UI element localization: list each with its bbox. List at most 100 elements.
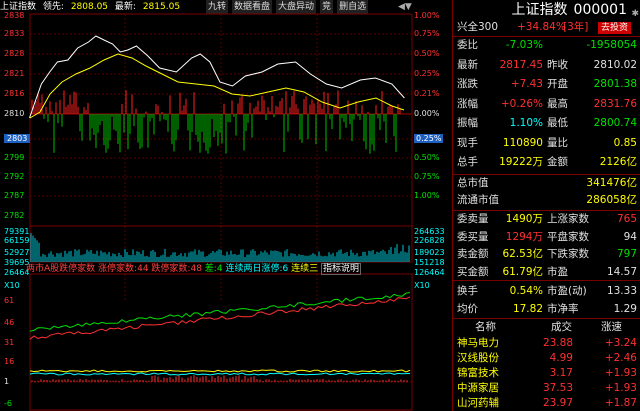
valuation-label-2: 市盈(动) [547, 285, 587, 297]
quote-label-2: 开盘 [547, 78, 568, 90]
stock-list-item[interactable]: 汉线股份 4.99 +2.46 [453, 351, 640, 366]
decline-count-line [29, 292, 411, 332]
market-value-value: 286058亿 [586, 194, 637, 206]
market-value-label: 总市值 [457, 177, 489, 189]
quote-value: 1.10% [509, 117, 543, 129]
quote-row: 涨幅 +0.26% 最高 2831.76 [453, 96, 640, 113]
order-label-2: 平盘家数 [547, 230, 589, 243]
price-tick-right: 1.00% [414, 11, 440, 20]
quote-value-2: 2810.02 [593, 58, 637, 71]
invest-button[interactable]: 去投资 [598, 21, 632, 34]
col-trade: 成交 [551, 321, 572, 333]
stock-name: 汉线股份 [457, 352, 499, 364]
order-label: 委卖量 [457, 213, 489, 225]
order-label: 委买量 [457, 230, 489, 243]
volume-unit-right: X10 [414, 281, 430, 290]
limit-up-line [29, 369, 411, 373]
stock-speed: +1.87 [604, 397, 637, 409]
quote-row: 委比 -7.03% -1958054 [453, 37, 640, 54]
quote-value-2: 2831.76 [593, 97, 637, 110]
price-tick-left: 2816 [4, 89, 25, 98]
volume-unit-left: X10 [4, 281, 20, 290]
quote-value: -7.03% [505, 39, 543, 51]
stock-speed: +3.24 [604, 337, 637, 349]
volume-tick-right: 189023 [414, 248, 445, 257]
quote-label: 涨幅 [457, 97, 478, 110]
market-value-label: 流通市值 [457, 194, 499, 206]
price-tick-left: 2810 [4, 109, 25, 118]
order-value-2: 765 [616, 213, 637, 225]
stock-list-item[interactable]: 神马电力 23.88 +3.24 [453, 336, 640, 351]
indicator-help-button[interactable]: 指标说明 [321, 263, 362, 275]
stock-list-item[interactable]: 山河药辅 23.97 +1.87 [453, 396, 640, 411]
market-value-value: 341476亿 [586, 177, 637, 189]
order-value: 62.53亿 [502, 248, 543, 260]
order-label-2: 上涨家数 [547, 213, 589, 225]
volume-tick-left: 79391 [4, 227, 30, 236]
limit-down-line [29, 372, 411, 376]
order-row: 委买量 1294万 平盘家数 94 [453, 229, 640, 246]
lower-tick-left: 46 [4, 318, 15, 327]
lower-tick-left: 31 [4, 338, 15, 347]
advance-count-line [29, 296, 411, 340]
stock-trade: 3.17 [549, 367, 573, 379]
price-tick-left: 2782 [4, 211, 25, 220]
order-value-2: 14.57 [606, 265, 637, 278]
market-value-row: 总市值 341476亿 [453, 175, 640, 192]
intraday-chart [29, 13, 413, 411]
breadth-value-3: 48 [190, 264, 202, 274]
quote-label: 振幅 [457, 117, 478, 129]
price-tick-left: 2799 [4, 153, 25, 162]
quote-row: 最新 2817.45 昨收 2810.02 [453, 57, 640, 74]
price-tick-left: 2838 [4, 11, 25, 20]
quote-label-2: 昨收 [547, 58, 568, 71]
stock-trade: 23.88 [542, 337, 573, 349]
quote-value-2: -1958054 [586, 39, 637, 51]
quote-label: 委比 [457, 39, 478, 51]
valuation-row: 换手 0.54% 市盈(动) 13.33 [453, 283, 640, 300]
price-tick-left: 2833 [4, 29, 25, 38]
quote-label: 涨跌 [457, 78, 478, 90]
breadth-label-3: 跌停家数: [151, 264, 191, 274]
price-tick-right: 1.00% [414, 191, 440, 200]
stock-list-item[interactable]: 中源家居 37.53 +1.93 [453, 381, 640, 396]
valuation-value-2: 13.33 [606, 285, 637, 297]
lower-tick-left: 61 [4, 296, 15, 305]
volume-tick-right: 264633 [414, 227, 445, 236]
order-row: 卖金额 62.53亿 下跌家数 797 [453, 246, 640, 263]
valuation-value: 17.82 [512, 302, 543, 315]
order-value-2: 797 [616, 248, 637, 260]
valuation-label: 换手 [457, 285, 478, 297]
fund-name: 兴全300 [457, 21, 499, 33]
order-label: 卖金额 [457, 248, 489, 260]
divider [453, 280, 640, 281]
order-label-2: 市盈 [547, 265, 568, 278]
quote-panel: 上证指数 000001 ✱ 兴全300 +34.84% [3年] 去投资 委比 -7… [452, 0, 640, 411]
order-value: 1294万 [505, 230, 543, 243]
quote-value: 19222万 [499, 156, 543, 168]
stock-list-item[interactable]: 锦富技术 3.17 +1.93 [453, 366, 640, 381]
order-row: 买金额 61.79亿 市盈 14.57 [453, 264, 640, 281]
valuation-row: 均价 17.82 市净率 1.29 [453, 301, 640, 318]
breadth-label-5: 连续两日涨停: [225, 264, 283, 274]
quote-label-2: 量比 [547, 136, 568, 149]
order-row: 委卖量 1490万 上涨家数 765 [453, 211, 640, 228]
quote-row: 现手 110890 量比 0.85 [453, 135, 640, 152]
price-tick-left: 2821 [4, 69, 25, 78]
breadth-label-1: 两市A股跌停家数 [26, 264, 96, 274]
price-tick-right: 0.21% [414, 89, 440, 98]
quote-title: 上证指数 000001 ✱ [453, 0, 640, 20]
chart-area: 上证指数 领先: 2808.05 最新: 2815.05 九转 数据看盘 大盘异动竞… [0, 0, 452, 411]
order-label-2: 下跌家数 [547, 248, 589, 260]
breadth-bar: 两市A股跌停家数 涨停家数:44 跌停家数:48 差:4 连续两日涨停:6 连续… [26, 263, 362, 275]
market-value-row: 流通市值 286058亿 [453, 192, 640, 209]
order-label: 买金额 [457, 265, 489, 278]
stock-list-header: 名称 成交 涨速 [453, 319, 640, 336]
breadth-label-6: 连续三 [291, 264, 319, 274]
order-value-2: 94 [623, 230, 637, 243]
volume-tick-left: 52927 [4, 248, 30, 257]
col-name: 名称 [475, 321, 496, 333]
valuation-value: 0.54% [509, 285, 543, 297]
valuation-label: 均价 [457, 302, 478, 315]
quote-row: 总手 19222万 金额 2126亿 [453, 154, 640, 171]
